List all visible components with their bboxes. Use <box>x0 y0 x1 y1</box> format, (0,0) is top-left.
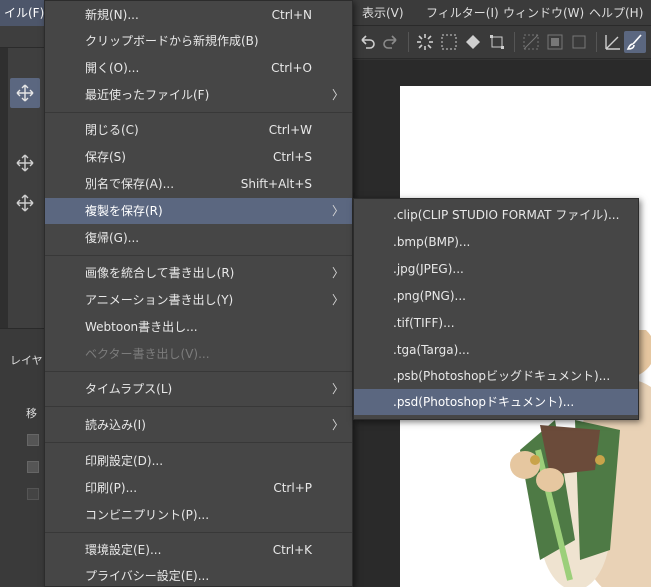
menu-item-print[interactable]: 印刷(P)... Ctrl+P <box>45 475 352 501</box>
property-checkbox[interactable] <box>27 434 39 446</box>
property-checkbox[interactable] <box>27 488 39 500</box>
menu-item-export-animation[interactable]: アニメーション書き出し(Y) 〉 <box>45 287 352 313</box>
chevron-right-icon: 〉 <box>331 418 344 432</box>
chevron-right-icon: 〉 <box>331 204 344 218</box>
transform-icon[interactable] <box>486 31 508 53</box>
menu-item-print-settings[interactable]: 印刷設定(D)... <box>45 448 352 474</box>
chevron-right-icon: 〉 <box>331 382 344 396</box>
move-layer-icon[interactable] <box>10 148 40 178</box>
menu-filter[interactable]: フィルター(I) <box>426 0 499 26</box>
submenu-item-clip[interactable]: .clip(CLIP STUDIO FORMAT ファイル)... <box>354 202 638 228</box>
submenu-item-png[interactable]: .png(PNG)... <box>354 283 638 309</box>
undo-icon[interactable] <box>356 31 378 53</box>
menu-item-convenience-print[interactable]: コンビニプリント(P)... <box>45 502 352 528</box>
menu-item-new-from-clipboard[interactable]: クリップボードから新規作成(B) <box>45 28 352 54</box>
menu-help[interactable]: ヘルプ(H) <box>589 0 643 26</box>
ruler-icon[interactable] <box>602 31 624 53</box>
submenu-item-tif[interactable]: .tif(TIFF)... <box>354 310 638 336</box>
chevron-right-icon: 〉 <box>331 88 344 102</box>
menu-item-import[interactable]: 読み込み(I) 〉 <box>45 412 352 438</box>
chevron-right-icon: 〉 <box>331 266 344 280</box>
menu-window[interactable]: ウィンドウ(W) <box>503 0 584 26</box>
menu-item-timelapse[interactable]: タイムラプス(L) 〉 <box>45 376 352 402</box>
menu-item-export-webtoon[interactable]: Webtoon書き出し... <box>45 314 352 340</box>
layer-panel-tab[interactable]: レイヤ <box>10 352 43 368</box>
menu-item-preferences[interactable]: 環境設定(E)... Ctrl+K <box>45 537 352 563</box>
move-tool-icon[interactable] <box>10 78 40 108</box>
chevron-right-icon: 〉 <box>331 293 344 307</box>
menu-item-open[interactable]: 開く(O)... Ctrl+O <box>45 55 352 81</box>
file-menu: 新規(N)... Ctrl+N クリップボードから新規作成(B) 開く(O)...… <box>44 0 353 587</box>
menu-view[interactable]: 表示(V) <box>362 0 404 26</box>
move-object-icon[interactable] <box>10 188 40 218</box>
selection-icon[interactable] <box>438 31 460 53</box>
menu-item-new[interactable]: 新規(N)... Ctrl+N <box>45 2 352 28</box>
save-copy-submenu: .clip(CLIP STUDIO FORMAT ファイル)... .bmp(B… <box>353 198 639 420</box>
clear-selection-icon[interactable] <box>520 31 542 53</box>
property-checkbox[interactable] <box>27 461 39 473</box>
redo-icon[interactable] <box>380 31 402 53</box>
brush-icon[interactable] <box>624 31 646 53</box>
menu-file[interactable]: イル(F) <box>0 0 44 26</box>
menu-item-save[interactable]: 保存(S) Ctrl+S <box>45 144 352 170</box>
menu-item-revert[interactable]: 復帰(G)... <box>45 225 352 251</box>
submenu-item-bmp[interactable]: .bmp(BMP)... <box>354 229 638 255</box>
command-bar <box>352 26 651 59</box>
submenu-item-psb[interactable]: .psb(Photoshopビッグドキュメント)... <box>354 363 638 389</box>
fill-bucket-icon[interactable] <box>462 31 484 53</box>
panel-header <box>0 26 44 48</box>
submenu-item-psd[interactable]: .psd(Photoshopドキュメント)... <box>354 389 638 415</box>
invert-selection-icon[interactable] <box>544 31 566 53</box>
submenu-item-tga[interactable]: .tga(Targa)... <box>354 337 638 363</box>
menu-item-save-copy[interactable]: 複製を保存(R) 〉 <box>45 198 352 224</box>
menu-item-export-merged[interactable]: 画像を統合して書き出し(R) 〉 <box>45 260 352 286</box>
menu-item-privacy-settings[interactable]: プライバシー設定(E)... <box>45 563 352 587</box>
menu-item-recent-files[interactable]: 最近使ったファイル(F) 〉 <box>45 82 352 108</box>
menu-item-close[interactable]: 閉じる(C) Ctrl+W <box>45 117 352 143</box>
tool-property-label: 移 <box>26 407 37 420</box>
crop-icon[interactable] <box>568 31 590 53</box>
submenu-item-jpg[interactable]: .jpg(JPEG)... <box>354 256 638 282</box>
loading-icon[interactable] <box>414 31 436 53</box>
menu-item-save-as[interactable]: 別名で保存(A)... Shift+Alt+S <box>45 171 352 197</box>
menu-item-export-vector: ベクター書き出し(V)... <box>85 347 210 361</box>
